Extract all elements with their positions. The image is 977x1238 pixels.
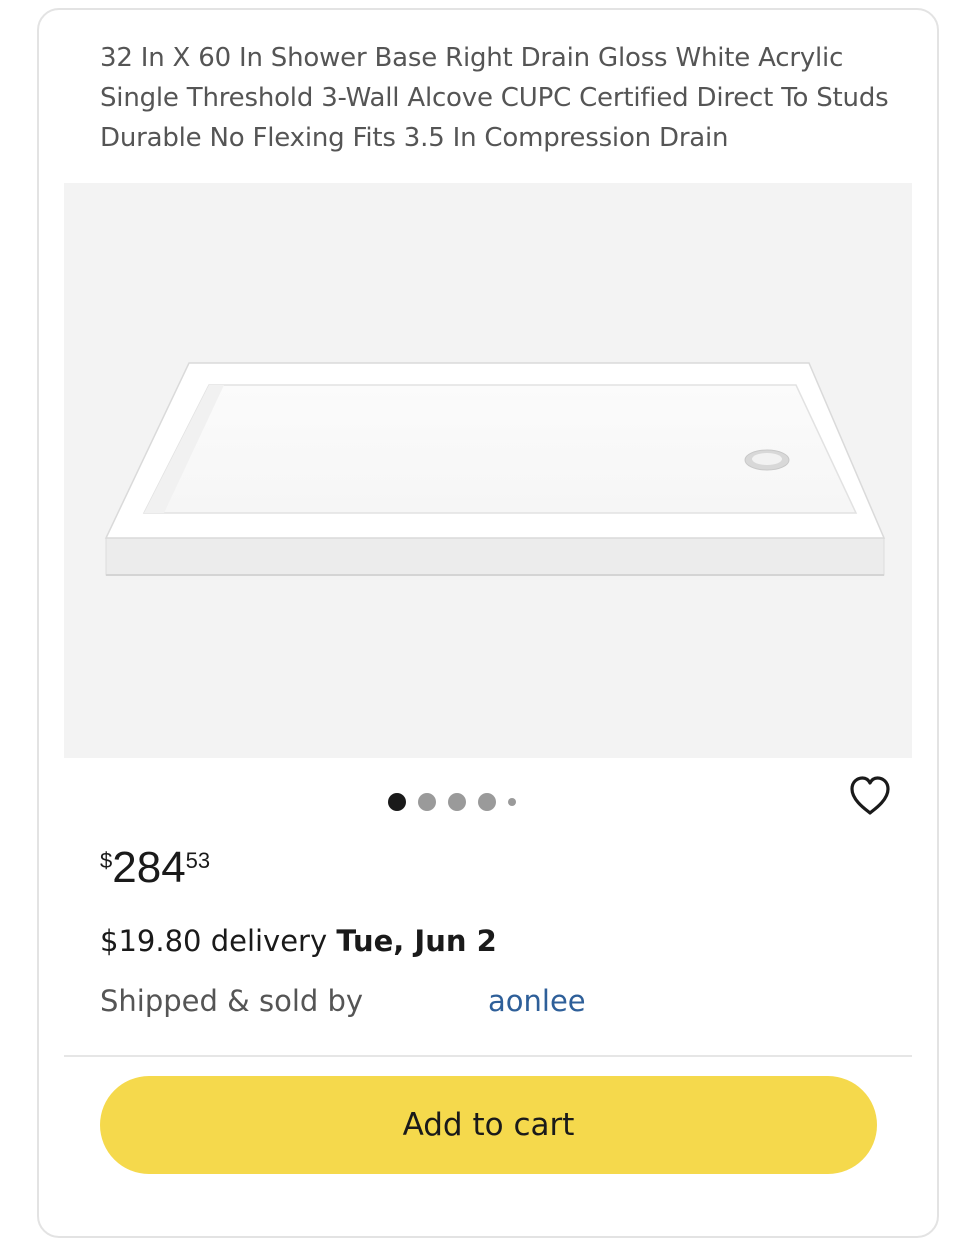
favorite-heart-icon[interactable] xyxy=(846,772,894,820)
price-currency: $ xyxy=(100,848,113,873)
product-title[interactable]: 32 In X 60 In Shower Base Right Drain Gl… xyxy=(100,38,900,158)
shower-base-illustration xyxy=(104,362,886,576)
shipped-sold-label: Shipped & sold by xyxy=(100,984,364,1018)
seller-link[interactable]: aonlee xyxy=(488,980,586,1022)
product-image[interactable] xyxy=(64,183,912,758)
delivery-fee: $19.80 delivery xyxy=(100,924,328,958)
image-carousel-dots[interactable] xyxy=(388,791,516,813)
add-to-cart-button[interactable]: Add to cart xyxy=(100,1076,877,1174)
product-price: $28453 xyxy=(100,842,210,894)
carousel-dot-1[interactable] xyxy=(388,793,406,811)
carousel-dot-3[interactable] xyxy=(448,793,466,811)
delivery-date: Tue, Jun 2 xyxy=(336,924,497,958)
price-whole: 284 xyxy=(112,843,186,892)
divider xyxy=(64,1055,912,1057)
carousel-dot-5[interactable] xyxy=(508,798,516,806)
carousel-dot-2[interactable] xyxy=(418,793,436,811)
delivery-info: $19.80 delivery Tue, Jun 2 xyxy=(100,920,497,962)
price-cents: 53 xyxy=(185,848,211,873)
carousel-dot-4[interactable] xyxy=(478,793,496,811)
